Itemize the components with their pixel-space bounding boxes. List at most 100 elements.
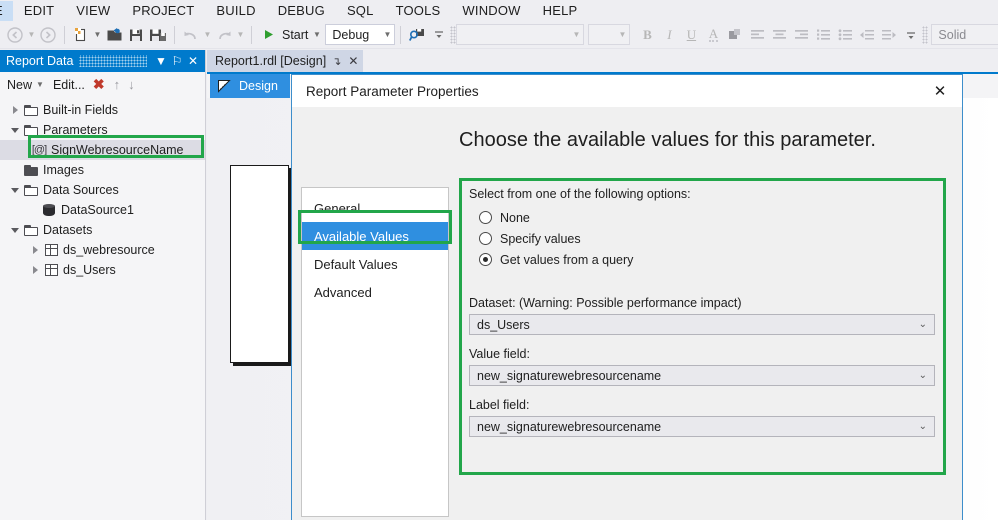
radio-get-values-from-query-indicator[interactable] (479, 253, 492, 266)
radio-specify-values-indicator[interactable] (479, 232, 492, 245)
increase-indent-button[interactable] (878, 23, 900, 47)
find-in-files-icon[interactable] (406, 23, 428, 47)
radio-none-label: None (500, 210, 530, 225)
menu-edit[interactable]: EDIT (13, 1, 65, 21)
radio-none-indicator[interactable] (479, 211, 492, 224)
numbered-list-button[interactable] (812, 23, 834, 47)
report-body[interactable] (230, 165, 289, 363)
toolbar-grip[interactable] (922, 25, 929, 44)
menu-project[interactable]: PROJECT (121, 1, 205, 21)
menu-sql[interactable]: SQL (336, 1, 385, 21)
save-all-icon[interactable] (147, 23, 169, 47)
dialog-nav-default-values[interactable]: Default Values (302, 250, 448, 278)
new-item-icon[interactable] (70, 23, 92, 47)
pin-icon[interactable]: ↴ (332, 55, 341, 68)
navigate-back-dropdown-icon[interactable]: ▼ (26, 23, 37, 47)
align-left-button[interactable] (746, 23, 768, 47)
start-debug-icon[interactable] (257, 23, 279, 47)
menu-file[interactable]: E (0, 0, 13, 21)
tab-design[interactable]: Design (210, 74, 290, 98)
tree-dataset-ds-webresource[interactable]: ds_webresource (0, 240, 205, 260)
menu-build[interactable]: BUILD (205, 1, 266, 21)
dialog-body: General Available Values Default Values … (292, 107, 962, 519)
solution-configuration-combo[interactable]: Debug ▼ (325, 24, 396, 45)
radio-get-values-from-query[interactable]: Get values from a query (479, 249, 939, 270)
expander-icon[interactable] (28, 266, 42, 274)
tree-datasets[interactable]: Datasets (0, 220, 205, 240)
visual-studio-window: E EDIT VIEW PROJECT BUILD DEBUG SQL TOOL… (0, 0, 998, 520)
menu-tools[interactable]: TOOLS (385, 1, 452, 21)
save-icon[interactable] (125, 23, 147, 47)
menu-window[interactable]: WINDOW (451, 1, 531, 21)
radio-specify-values[interactable]: Specify values (479, 228, 939, 249)
expander-icon[interactable] (8, 187, 22, 193)
font-color-icon: A (708, 26, 719, 42)
close-icon[interactable]: ✕ (348, 54, 358, 68)
document-tab-report1[interactable]: Report1.rdl [Design] ↴ ✕ (207, 50, 364, 72)
expander-icon[interactable] (8, 227, 22, 233)
move-up-icon[interactable]: ↑ (111, 77, 124, 92)
dialog-nav-label: Default Values (314, 256, 398, 272)
value-field-select[interactable]: new_signaturewebresourcename ⌄ (469, 365, 935, 386)
undo-icon[interactable] (180, 23, 202, 47)
edit-button[interactable]: Edit... (51, 77, 87, 93)
dialog-nav-advanced[interactable]: Advanced (302, 278, 448, 306)
standard-toolbar: ▼ ▼ ▼ ▼ Start ▼ Debug ▼ ▼ ▼ B I U A Soli… (0, 21, 998, 49)
start-button-label[interactable]: Start (279, 28, 311, 42)
tree-images[interactable]: Images (0, 160, 205, 180)
new-button[interactable]: New (5, 77, 34, 93)
font-name-combo[interactable]: ▼ (456, 24, 585, 45)
format-overflow-icon[interactable] (900, 23, 922, 47)
radio-none[interactable]: None (479, 207, 939, 228)
new-dropdown-icon[interactable]: ▼ (36, 80, 44, 89)
dataset-select[interactable]: ds_Users ⌄ (469, 314, 935, 335)
navigate-forward-icon[interactable] (37, 23, 59, 47)
font-color-button[interactable]: A (702, 23, 724, 47)
toolbar-overflow-icon[interactable] (428, 23, 450, 47)
menu-debug[interactable]: DEBUG (267, 1, 336, 21)
tree-data-sources[interactable]: Data Sources (0, 180, 205, 200)
folder-icon (22, 224, 40, 236)
menu-bar: E EDIT VIEW PROJECT BUILD DEBUG SQL TOOL… (0, 0, 998, 21)
bulleted-list-button[interactable] (834, 23, 856, 47)
undo-dropdown-icon[interactable]: ▼ (202, 23, 213, 47)
chevron-down-icon: ▼ (572, 29, 581, 39)
close-icon[interactable]: ✕ (918, 75, 962, 107)
tree-datasource1[interactable]: DataSource1 (0, 200, 205, 220)
panel-menu-icon[interactable]: ▼ (153, 54, 169, 68)
border-style-combo[interactable]: Solid ▼ (931, 24, 998, 45)
start-dropdown-icon[interactable]: ▼ (311, 23, 322, 47)
expander-icon[interactable] (8, 106, 22, 114)
align-center-button[interactable] (768, 23, 790, 47)
underline-icon: U (686, 27, 697, 42)
dialog-nav-label: Advanced (314, 284, 372, 300)
align-right-button[interactable] (790, 23, 812, 47)
tree-dataset-ds-users[interactable]: ds_Users (0, 260, 205, 280)
navigate-back-icon[interactable] (4, 23, 26, 47)
label-field-select[interactable]: new_signaturewebresourcename ⌄ (469, 416, 935, 437)
auto-hide-pin-icon[interactable]: ⚐ (169, 54, 185, 68)
redo-icon[interactable] (213, 23, 235, 47)
close-icon[interactable]: ✕ (185, 54, 201, 68)
tree-built-in-fields[interactable]: Built-in Fields (0, 100, 205, 120)
open-file-icon[interactable] (103, 23, 125, 47)
available-values-options-group: Select from one of the following options… (459, 178, 946, 475)
delete-icon[interactable]: ✖ (89, 76, 109, 93)
report-data-tree: Built-in Fields Parameters [@] SignWebre… (0, 97, 205, 520)
underline-button[interactable]: U (680, 23, 702, 47)
font-size-combo[interactable]: ▼ (588, 24, 631, 45)
decrease-indent-button[interactable] (856, 23, 878, 47)
background-color-button[interactable] (724, 23, 746, 47)
expander-icon[interactable] (8, 127, 22, 133)
redo-dropdown-icon[interactable]: ▼ (235, 23, 246, 47)
italic-button[interactable]: I (658, 23, 680, 47)
menu-view[interactable]: VIEW (65, 1, 121, 21)
move-down-icon[interactable]: ↓ (125, 77, 138, 92)
new-item-dropdown-icon[interactable]: ▼ (92, 23, 103, 47)
dataset-label: Dataset: (Warning: Possible performance … (469, 296, 742, 310)
menu-help[interactable]: HELP (532, 1, 589, 21)
expander-icon[interactable] (28, 246, 42, 254)
bold-button[interactable]: B (636, 23, 658, 47)
panel-drag-handle[interactable] (79, 55, 147, 67)
chevron-down-icon: ▼ (618, 29, 627, 39)
